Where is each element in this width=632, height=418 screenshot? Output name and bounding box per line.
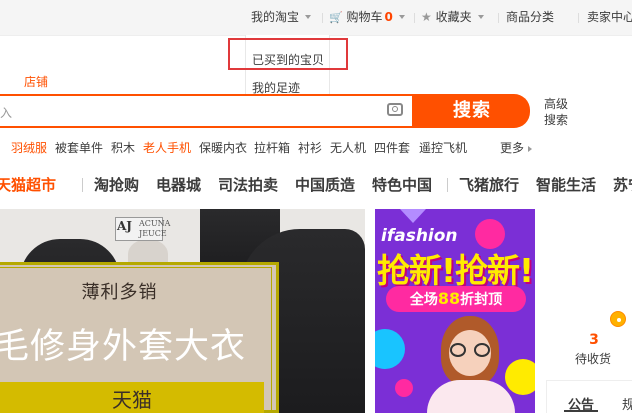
hot-keyword[interactable]: 衬衫: [298, 139, 322, 156]
hot-keyword[interactable]: 被套单件: [55, 139, 103, 156]
cart-icon: 🛒: [329, 11, 343, 24]
pending-delivery-count[interactable]: 3: [584, 332, 604, 348]
search-button[interactable]: 搜索: [414, 94, 530, 128]
my-taobao-menu[interactable]: 我的淘宝: [251, 0, 312, 35]
ad-subtitle-number: 88: [437, 289, 461, 308]
search-tab-shop[interactable]: 店铺: [24, 73, 48, 90]
divider: [322, 13, 323, 23]
chevron-down-icon: [477, 14, 484, 19]
tab-rules[interactable]: 规: [622, 394, 632, 413]
nav-item[interactable]: 淘抢购: [94, 174, 139, 195]
my-taobao-label: 我的淘宝: [251, 10, 300, 24]
hot-keyword[interactable]: 遥控飞机: [419, 139, 467, 156]
favorites-label: 收藏夹: [435, 10, 472, 24]
nav-item[interactable]: 特色中国: [372, 174, 432, 195]
glasses-icon: [474, 343, 490, 357]
hot-keyword[interactable]: 积木: [111, 139, 135, 156]
ad-title: 抢新!抢新!: [377, 251, 534, 290]
divider: [498, 13, 499, 23]
nav-item[interactable]: 智能生活: [536, 174, 596, 195]
divider: [82, 178, 83, 192]
nav-item[interactable]: 中国质造: [295, 174, 355, 195]
banner-tagline: 薄利多销: [81, 282, 158, 303]
tab-active-indicator: [564, 410, 598, 412]
chevron-right-icon: [528, 145, 533, 152]
divider: [414, 13, 415, 23]
chevron-down-icon: [305, 14, 312, 19]
favorites-menu[interactable]: ★ 收藏夹: [421, 0, 484, 35]
nav-item[interactable]: 苏宁: [613, 174, 632, 195]
hot-keyword[interactable]: 无人机: [330, 139, 366, 156]
hot-keyword[interactable]: 羽绒服: [11, 139, 47, 156]
brand-tag-sub: ACUNA JEUCE: [139, 219, 171, 238]
ad-subtitle-pre: 全场: [409, 292, 438, 308]
nav-item[interactable]: 司法拍卖: [218, 174, 278, 195]
nav-item[interactable]: 电器城: [156, 174, 201, 195]
divider: [578, 13, 579, 23]
star-icon: ★: [421, 10, 432, 24]
coin-icon-dot: [617, 318, 621, 322]
chevron-down-icon: [398, 14, 405, 19]
nav-item[interactable]: 飞猪旅行: [459, 174, 519, 195]
more-label: 更多: [500, 141, 525, 155]
cart-link[interactable]: 🛒 购物车 0: [329, 0, 405, 35]
highlight-box: [228, 38, 348, 70]
pending-delivery-label[interactable]: 待收货: [575, 350, 611, 367]
hot-keyword[interactable]: 保暖内衣: [199, 139, 247, 156]
decoration: [395, 379, 413, 397]
ad-subtitle-post: 折封顶: [460, 292, 503, 308]
hot-keyword[interactable]: 老人手机: [143, 139, 191, 156]
cart-count: 0: [384, 10, 393, 24]
decoration: [505, 359, 535, 395]
search-placeholder: 入: [0, 106, 13, 120]
advanced-search-link[interactable]: 高级搜索: [544, 96, 574, 128]
cart-label: 购物车: [346, 10, 383, 24]
site-nav-bar: 我的淘宝 🛒 购物车 0 ★ 收藏夹 商品分类 卖家中心: [0, 0, 632, 36]
banner-cta-button[interactable]: 天猫: [0, 382, 264, 413]
hot-keyword[interactable]: 四件套: [374, 139, 410, 156]
ad-subtitle: 全场88折封顶: [386, 286, 526, 312]
banner-headline: 毛修身外套大衣: [0, 327, 247, 367]
nav-item-tmall-supermarket[interactable]: 天猫超市: [0, 174, 56, 195]
more-keywords-link[interactable]: 更多: [500, 139, 533, 156]
decoration: [375, 329, 405, 369]
divider: [447, 178, 448, 192]
glasses-icon: [450, 343, 466, 357]
categories-link[interactable]: 商品分类: [506, 0, 554, 35]
ifashion-logo: ifashion: [381, 226, 458, 246]
seller-center-link[interactable]: 卖家中心: [587, 0, 632, 35]
hot-keyword[interactable]: 拉杆箱: [254, 139, 290, 156]
crown-icon: [400, 209, 426, 223]
brand-logo: AJ: [117, 219, 132, 233]
camera-icon[interactable]: [387, 103, 403, 116]
search-input[interactable]: [0, 94, 414, 128]
